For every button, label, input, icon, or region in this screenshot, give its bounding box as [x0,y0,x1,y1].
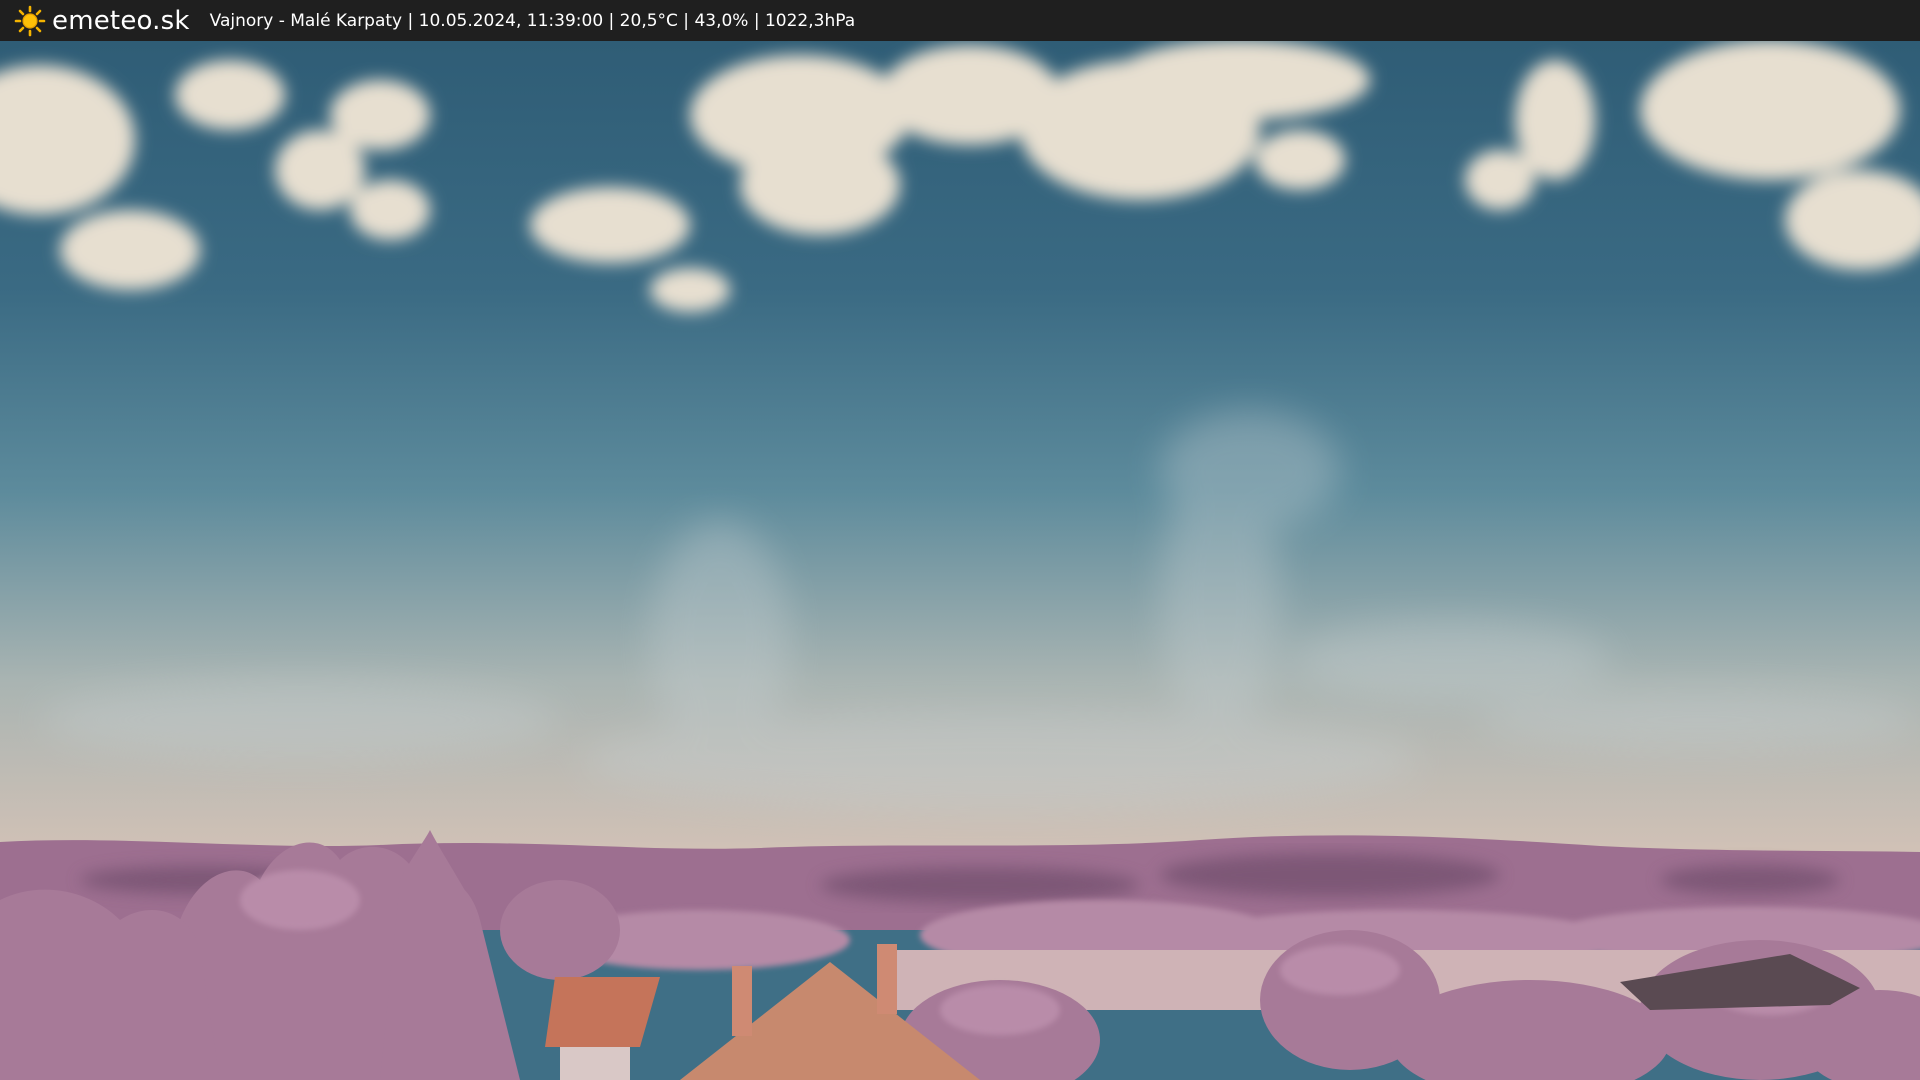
sun-icon [14,5,46,36]
webcam-image [0,41,1920,1080]
webcam-view: emeteo.sk Vajnory - Malé Karpaty | 10.05… [0,0,1920,1080]
house-roof-left [545,977,660,1047]
brand-name: emeteo.sk [52,5,190,36]
site-logo[interactable]: emeteo.sk [14,5,190,37]
chimney-left [732,966,752,1036]
weather-status-text: Vajnory - Malé Karpaty | 10.05.2024, 11:… [209,10,856,31]
chimney-right [877,944,897,1014]
house-wall-left [560,1047,630,1080]
header-bar: emeteo.sk Vajnory - Malé Karpaty | 10.05… [0,0,1920,41]
